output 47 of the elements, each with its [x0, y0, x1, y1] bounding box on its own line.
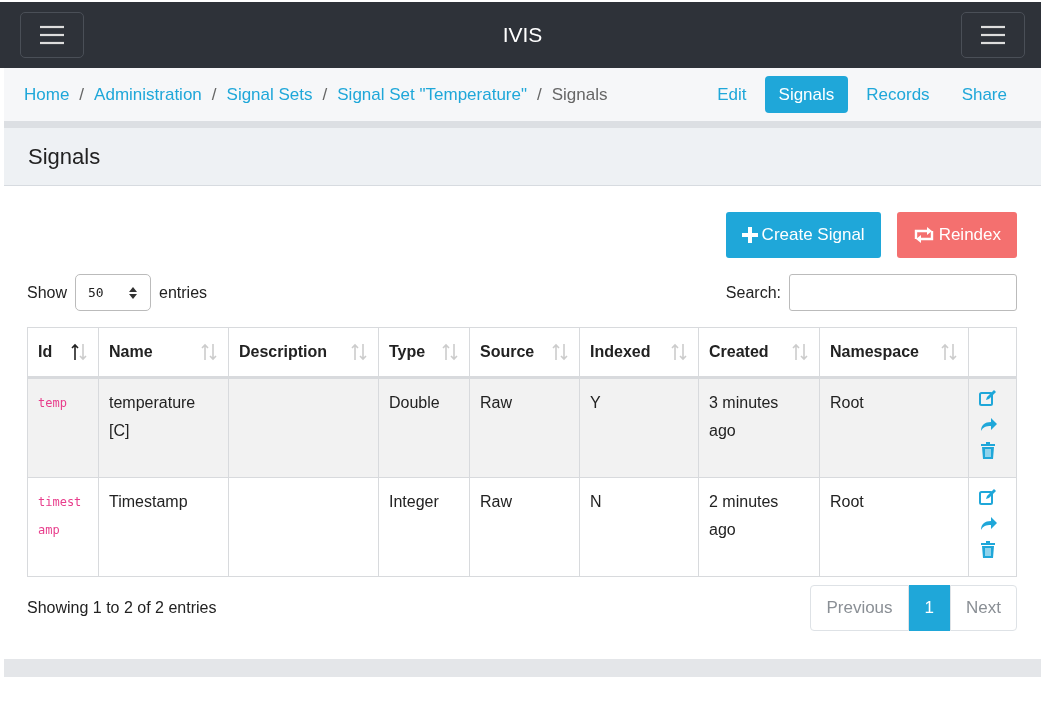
length-label: Show [27, 282, 68, 303]
updown-icon [128, 285, 139, 300]
app-title: IVIS [502, 22, 543, 49]
table-cell: Integer [378, 477, 470, 577]
repeat-icon [912, 227, 935, 243]
breadcrumb-separator: / [79, 83, 85, 106]
table-cell: 3 minutes ago [698, 377, 820, 478]
breadcrumb-link[interactable]: Administration [94, 81, 202, 108]
table-cell: Y [579, 377, 699, 478]
table-cell: 2 minutes ago [698, 477, 820, 577]
edit-icon[interactable] [979, 488, 999, 508]
reindex-button[interactable]: Reindex [896, 212, 1017, 258]
breadcrumb-link[interactable]: Signal Set "Temperature" [337, 81, 527, 108]
table-cell: Root [819, 477, 969, 577]
table-cell: N [579, 477, 699, 577]
nav-tab[interactable]: Edit [703, 75, 761, 114]
breadcrumb-separator: / [537, 83, 542, 106]
table-cell: temp [27, 377, 99, 478]
table-cell: timestamp [27, 477, 99, 577]
table-cell: Raw [469, 477, 580, 577]
nav-tab[interactable]: Share [947, 75, 1021, 114]
plus-icon [741, 227, 758, 243]
page-link[interactable]: 1 [908, 585, 951, 631]
breadcrumb-link[interactable]: Home [24, 81, 70, 108]
panel-title: Signals [28, 143, 101, 171]
menu-icon [39, 25, 65, 45]
table-cell: Double [378, 377, 470, 478]
menu-button[interactable] [961, 12, 1025, 58]
table-info: Showing 1 to 2 of 2 entries [27, 598, 217, 618]
nav-tab[interactable]: Signals [764, 75, 849, 114]
nav-tab[interactable]: Records [852, 75, 944, 114]
table-cell: Raw [469, 377, 580, 478]
menu-icon [980, 25, 1006, 45]
table-cell: Timestamp [98, 477, 229, 577]
table-cell: temperature [C] [98, 377, 229, 478]
breadcrumb-current: Signals [551, 83, 608, 106]
create-button[interactable]: Create Signal [725, 212, 881, 258]
menu-button[interactable] [20, 12, 84, 58]
length-label: entries [159, 282, 208, 303]
search-field[interactable] [789, 274, 1017, 311]
breadcrumb-separator: / [322, 83, 328, 106]
edit-icon[interactable] [979, 389, 999, 409]
breadcrumb-separator: / [211, 83, 217, 106]
table-cell: Root [819, 377, 969, 478]
breadcrumb-link[interactable]: Signal Sets [226, 81, 313, 108]
page-length-select[interactable]: 50 [75, 274, 152, 311]
search-label: Search: [725, 282, 781, 303]
